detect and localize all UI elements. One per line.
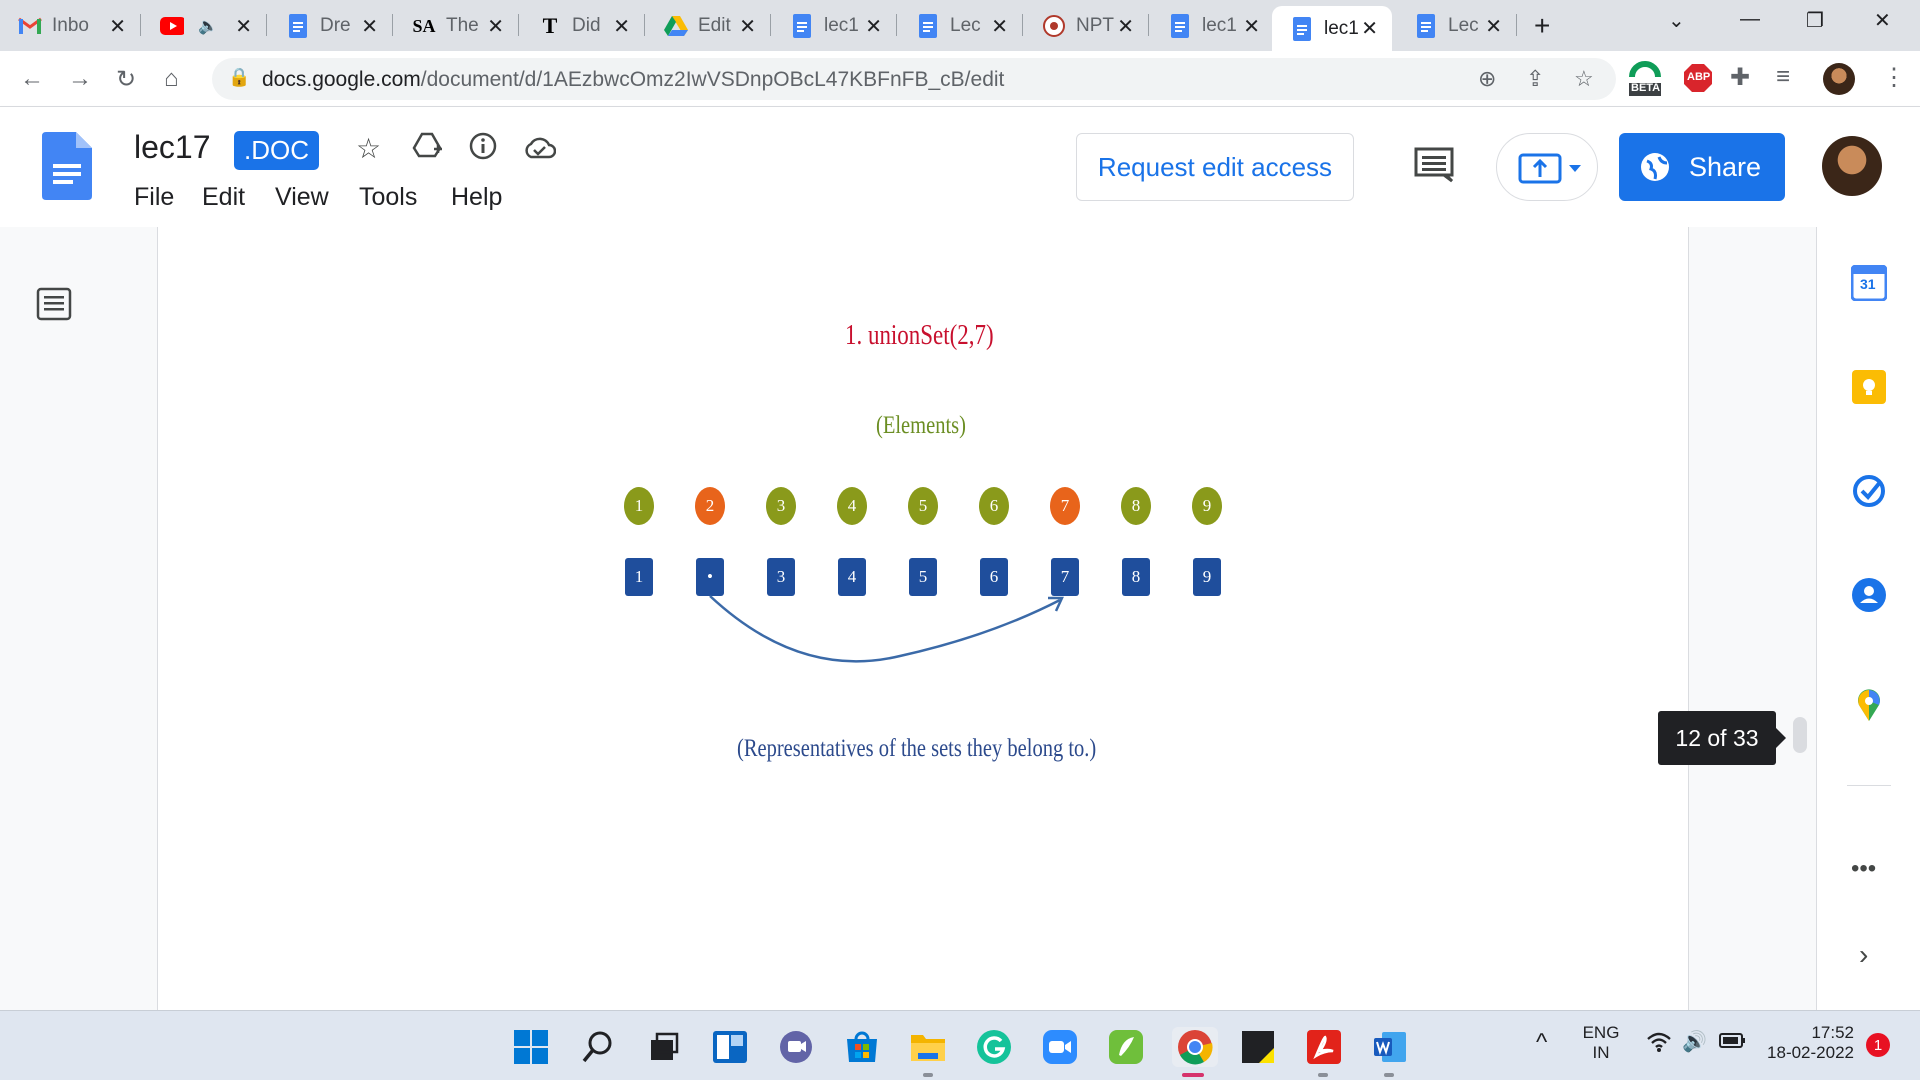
language-indicator[interactable]: ENG IN	[1578, 1023, 1624, 1063]
maps-icon[interactable]	[1851, 687, 1887, 728]
chrome-icon[interactable]	[1172, 1027, 1218, 1067]
union-arrow	[709, 595, 1064, 663]
show-hidden-icons-chevron-icon[interactable]: ^	[1536, 1029, 1547, 1057]
running-indicator	[1318, 1073, 1328, 1077]
calendar-day: 31	[1860, 276, 1876, 292]
volume-icon[interactable]: 🔊	[1682, 1029, 1707, 1054]
running-indicator	[1384, 1073, 1394, 1077]
battery-icon[interactable]	[1718, 1029, 1746, 1056]
language-label: ENG	[1582, 1023, 1620, 1042]
keep-icon[interactable]	[1851, 369, 1887, 410]
sticky-notes-icon[interactable]	[1238, 1027, 1278, 1067]
search-icon[interactable]	[578, 1027, 618, 1067]
windows-start-icon[interactable]	[511, 1027, 551, 1067]
side-panel: 31 ••• ›	[1816, 227, 1920, 1010]
windows-taskbar: ^ ENG IN 🔊 17:52 18-02-2022 1	[0, 1010, 1920, 1080]
word-icon[interactable]	[1370, 1027, 1410, 1067]
microsoft-store-icon[interactable]	[842, 1027, 882, 1067]
calendar-icon[interactable]: 31	[1850, 264, 1888, 306]
running-indicator	[923, 1073, 933, 1077]
contacts-icon[interactable]	[1851, 577, 1887, 618]
grammarly-icon[interactable]	[974, 1027, 1014, 1067]
active-indicator	[1182, 1073, 1204, 1077]
side-panel-divider	[1847, 785, 1891, 786]
teams-chat-icon[interactable]	[776, 1027, 816, 1067]
region-label: IN	[1592, 1043, 1610, 1062]
task-view-icon[interactable]	[644, 1027, 684, 1067]
file-explorer-icon[interactable]	[908, 1027, 948, 1067]
more-icon[interactable]: •••	[1851, 855, 1876, 883]
wifi-icon[interactable]	[1646, 1031, 1672, 1059]
zoom-meetings-icon[interactable]	[1040, 1027, 1080, 1067]
acrobat-icon[interactable]	[1304, 1027, 1344, 1067]
clock-time: 17:52	[1811, 1023, 1854, 1042]
notification-badge[interactable]: 1	[1866, 1033, 1890, 1057]
clock[interactable]: 17:52 18-02-2022	[1758, 1023, 1854, 1063]
widgets-icon[interactable]	[710, 1027, 750, 1067]
expand-panel-chevron-icon[interactable]: ›	[1859, 939, 1868, 971]
figure-caption: (Representatives of the sets they belong…	[737, 735, 1097, 762]
tasks-icon[interactable]	[1851, 473, 1887, 514]
evernote-icon[interactable]	[1106, 1027, 1146, 1067]
clock-date: 18-02-2022	[1767, 1043, 1854, 1062]
